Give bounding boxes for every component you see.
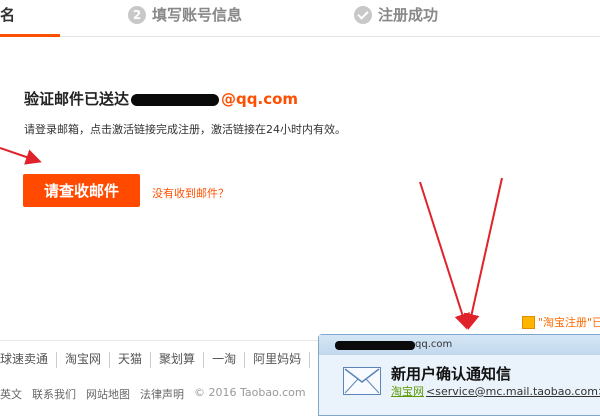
sender-email[interactable]: <service@mc.mail.taobao.com> [426, 385, 600, 398]
footer-divider [0, 340, 330, 341]
step-3-label: 注册成功 [378, 6, 439, 24]
step-2-number: 2 [128, 5, 146, 24]
popup-address: qq.com [415, 339, 453, 350]
verification-message: 验证邮件已送达 @qq.com [24, 88, 298, 109]
footer-link[interactable]: 聚划算 [151, 352, 205, 368]
redacted-email [131, 93, 220, 106]
arrow-to-button [0, 147, 42, 165]
arrow-to-popup-left [419, 181, 470, 330]
taobao-register-label: "淘宝注册"已 [538, 316, 600, 329]
activation-instruction: 请登录邮箱，点击激活链接完成注册，激活链接在24小时内有效。 [24, 123, 346, 136]
footer-link[interactable]: 一淘 [204, 352, 246, 368]
footer-link[interactable]: 阿里妈妈 [245, 352, 311, 368]
redacted-address [335, 341, 415, 350]
notification-title[interactable]: 新用户确认通知信 [391, 363, 511, 384]
sender-name[interactable]: 淘宝网 [391, 385, 424, 398]
taobao-register-icon [522, 315, 535, 329]
step-1: 名 [0, 0, 60, 37]
email-notification-popup[interactable]: qq.com 新用户确认通知信 淘宝网 <service@mc.mail.taob… [318, 334, 600, 416]
envelope-icon [343, 367, 381, 395]
footer-link[interactable]: 球速卖通 [0, 352, 58, 368]
step-3: 注册成功 [354, 4, 438, 25]
step-2: 2 填写账号信息 [128, 4, 242, 25]
registration-steps: 名 2 填写账号信息 注册成功 [0, 0, 600, 37]
active-step-indicator [0, 34, 60, 37]
check-icon [354, 5, 372, 24]
check-mail-button[interactable]: 请查收邮件 [23, 174, 140, 207]
popup-header: qq.com [319, 335, 600, 355]
footer-link[interactable]: 淘宝网 [57, 352, 111, 368]
step-2-label: 填写账号信息 [152, 6, 243, 24]
notification-sender: 淘宝网 <service@mc.mail.taobao.com> [391, 383, 600, 399]
step-1-label: 名 [0, 6, 16, 24]
taobao-register-link[interactable]: "淘宝注册"已 [522, 314, 600, 330]
verification-prefix: 验证邮件已送达 [24, 90, 130, 108]
footer-links: 球速卖通 淘宝网 天猫 聚划算 一淘 阿里妈妈 阿 [0, 352, 338, 368]
arrow-to-popup-right [463, 177, 503, 330]
email-domain: @qq.com [221, 90, 299, 108]
footer-link[interactable]: 天猫 [110, 352, 152, 368]
no-mail-link[interactable]: 没有收到邮件？ [152, 185, 229, 201]
